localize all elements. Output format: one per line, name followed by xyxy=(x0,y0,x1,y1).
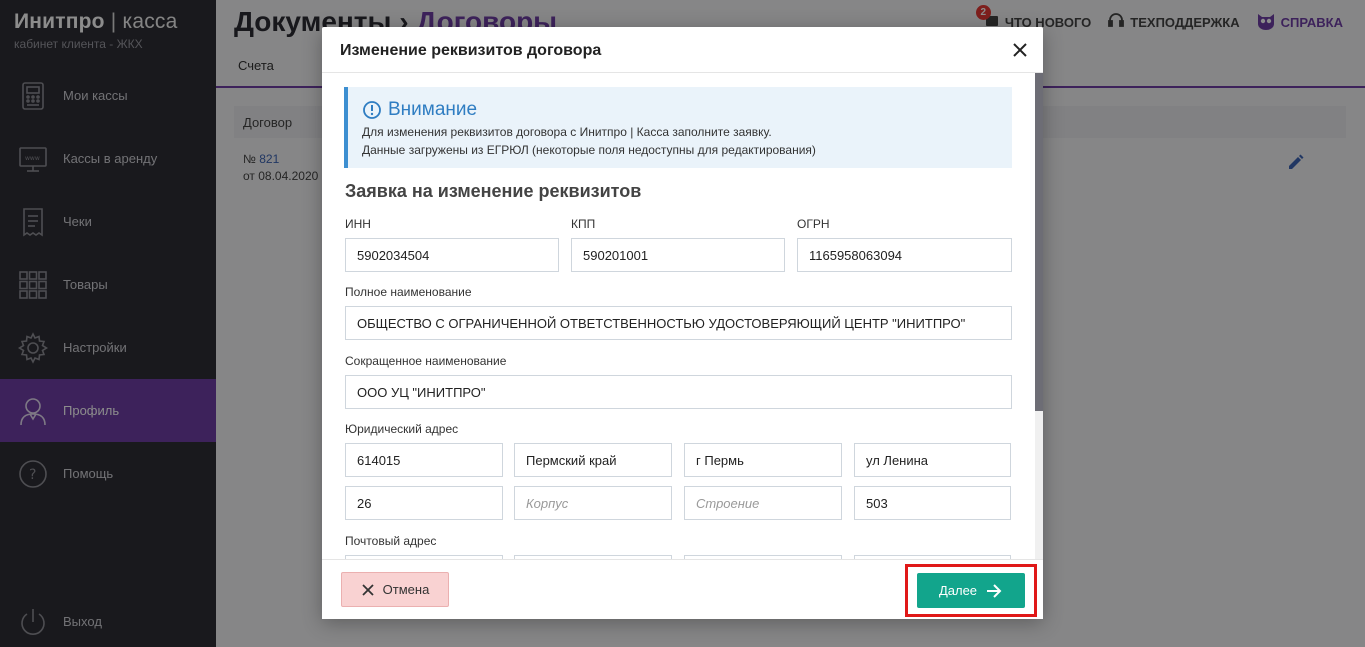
notice-line-2: Данные загружены из ЕГРЮЛ (некоторые пол… xyxy=(362,143,816,157)
legal-address-label: Юридический адрес xyxy=(345,422,459,436)
modal-body: Внимание Для изменения реквизитов догово… xyxy=(322,73,1035,559)
modal-title: Изменение реквизитов договора xyxy=(340,42,602,59)
inn-field[interactable]: 5902034504 xyxy=(345,238,559,272)
postal-code-field[interactable]: 614015 xyxy=(345,443,503,477)
street-field[interactable]: ул Ленина xyxy=(854,443,1011,477)
info-icon xyxy=(363,101,381,119)
kpp-field[interactable]: 590201001 xyxy=(571,238,785,272)
close-icon xyxy=(1013,43,1027,57)
inn-label: ИНН xyxy=(345,217,371,231)
notice-line-1: Для изменения реквизитов договора с Инит… xyxy=(362,125,772,139)
scrollbar-thumb[interactable] xyxy=(1035,73,1043,411)
notice-title-text: Внимание xyxy=(388,99,478,120)
close-button[interactable] xyxy=(1009,39,1031,61)
short-name-field[interactable]: ООО УЦ "ИНИТПРО" xyxy=(345,375,1012,409)
short-name-label: Сокращенное наименование xyxy=(345,354,507,368)
cancel-button[interactable]: Отмена xyxy=(341,572,449,607)
office-field[interactable]: 503 xyxy=(854,486,1011,520)
korpus-field[interactable]: Корпус xyxy=(514,486,672,520)
notice-title: Внимание xyxy=(362,99,477,121)
full-name-field[interactable]: ОБЩЕСТВО С ОГРАНИЧЕННОЙ ОТВЕТСТВЕННОСТЬЮ… xyxy=(345,306,1012,340)
ogrn-field[interactable]: 1165958063094 xyxy=(797,238,1012,272)
modal-header: Изменение реквизитов договора xyxy=(322,27,1043,73)
modal-scrollbar[interactable] xyxy=(1035,73,1043,559)
stroenie-field[interactable]: Строение xyxy=(684,486,842,520)
modal-footer: Отмена Далее xyxy=(322,559,1043,619)
attention-notice: Внимание Для изменения реквизитов догово… xyxy=(344,87,1012,168)
edit-requisites-modal: Изменение реквизитов договора Внимание Д… xyxy=(322,27,1043,619)
next-button[interactable]: Далее xyxy=(917,573,1025,608)
full-name-label: Полное наименование xyxy=(345,285,472,299)
arrow-right-icon xyxy=(987,583,1002,598)
next-label: Далее xyxy=(938,583,978,598)
region-field[interactable]: Пермский край xyxy=(514,443,672,477)
kpp-label: КПП xyxy=(571,217,596,231)
cancel-label: Отмена xyxy=(382,582,430,597)
house-field[interactable]: 26 xyxy=(345,486,503,520)
ogrn-label: ОГРН xyxy=(797,217,830,231)
postal-address-label: Почтовый адрес xyxy=(345,534,437,548)
close-icon xyxy=(362,583,374,596)
section-title: Заявка на изменение реквизитов xyxy=(345,181,642,201)
city-field[interactable]: г Пермь xyxy=(684,443,842,477)
